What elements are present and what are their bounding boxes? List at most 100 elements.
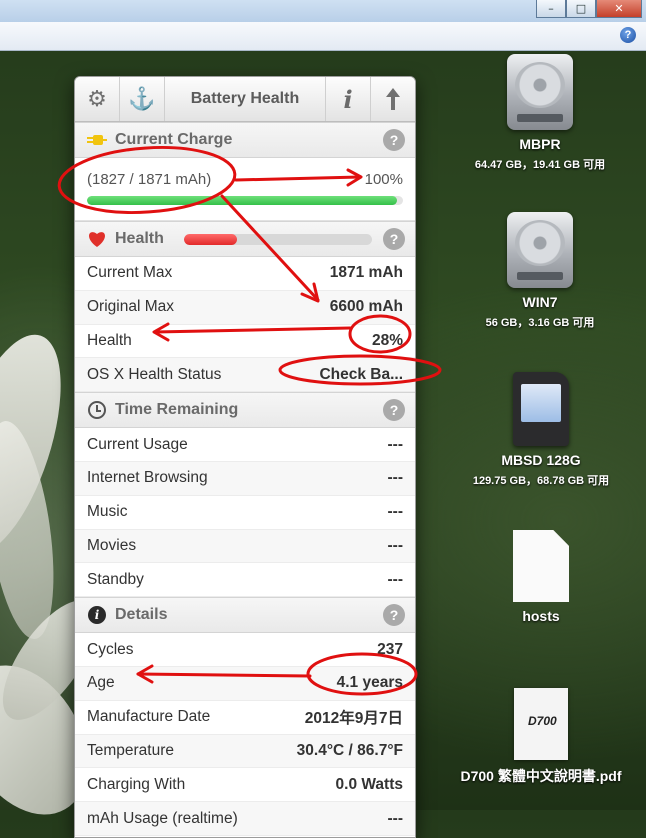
desktop-icon-hosts[interactable]: hosts xyxy=(441,530,641,624)
time-rows: Current Usage --- Internet Browsing --- Mu… xyxy=(75,428,415,598)
charge-progress-bar xyxy=(87,196,403,205)
time-row: Standby --- xyxy=(75,563,415,598)
desktop-icon-label: WIN7 xyxy=(522,294,558,310)
time-row: Music --- xyxy=(75,496,415,530)
anchor-icon[interactable]: ⚓ xyxy=(120,77,165,121)
hard-drive-icon xyxy=(507,212,573,288)
help-icon[interactable]: ? xyxy=(383,129,405,151)
sd-card-icon xyxy=(513,372,569,446)
charge-percent: 100% xyxy=(364,171,403,188)
section-details: i Details ? xyxy=(75,597,415,634)
row-label: Original Max xyxy=(87,298,174,316)
plug-icon xyxy=(87,133,107,147)
row-label: Standby xyxy=(87,570,144,588)
desktop-icon-capacity: 129.75 GB，68.78 GB 可用 xyxy=(472,475,610,487)
row-label: Cycles xyxy=(87,640,134,658)
desktop-icon-capacity: 56 GB，3.16 GB 可用 xyxy=(485,317,595,329)
row-value: 237 xyxy=(377,640,403,658)
help-icon[interactable]: ? xyxy=(620,27,636,43)
health-progress-bar xyxy=(183,233,372,245)
health-row-current-max: Current Max 1871 mAh xyxy=(75,257,415,291)
panel-toolbar: ⚙ ⚓ Battery Health i xyxy=(75,77,415,122)
help-icon[interactable]: ? xyxy=(383,604,405,627)
section-title: Health xyxy=(115,230,164,247)
info-icon[interactable]: i xyxy=(326,77,371,121)
row-value: --- xyxy=(387,536,404,554)
heart-icon xyxy=(87,230,107,248)
help-icon[interactable]: ? xyxy=(383,228,405,250)
hard-drive-icon xyxy=(507,54,573,130)
row-value: 0.0 Watts xyxy=(335,775,403,793)
charge-progress-fill xyxy=(87,196,397,205)
row-value[interactable]: Check Ba... xyxy=(319,366,403,384)
window-title-bar: – □ ✕ xyxy=(0,0,646,23)
desktop-icon-mbsd[interactable]: MBSD 128G 129.75 GB，68.78 GB 可用 xyxy=(441,372,641,488)
details-row: Temperature 30.4°C / 86.7°F xyxy=(75,734,415,769)
health-row-health: Health 28% xyxy=(75,325,415,359)
row-label: Health xyxy=(87,331,132,349)
details-row: Age 4.1 years xyxy=(75,666,415,701)
minimize-button[interactable]: – xyxy=(536,0,566,18)
pdf-thumb-text: D700 xyxy=(528,714,557,728)
row-value: 30.4°C / 86.7°F xyxy=(296,741,403,759)
pdf-icon: D700 xyxy=(514,688,568,760)
row-value: 2012年9月7日 xyxy=(304,710,403,728)
help-icon[interactable]: ? xyxy=(383,399,405,422)
section-title: Current Charge xyxy=(115,131,233,148)
row-value: --- xyxy=(387,503,404,521)
row-label: mAh Usage (realtime) xyxy=(87,809,238,827)
desktop-icon-capacity: 64.47 GB，19.41 GB 可用 xyxy=(474,159,606,171)
time-row: Current Usage --- xyxy=(75,428,415,462)
row-value: 6600 mAh xyxy=(329,298,403,316)
section-title: Details xyxy=(115,606,168,624)
clock-icon xyxy=(87,401,107,420)
row-label: Movies xyxy=(87,536,137,554)
row-value: --- xyxy=(387,435,404,453)
health-progress-fill xyxy=(183,233,237,245)
battery-health-panel: ⚙ ⚓ Battery Health i Current Charge ? (1… xyxy=(74,76,416,838)
row-value: 28% xyxy=(371,331,403,349)
document-icon xyxy=(513,530,569,602)
charge-row: (1827 / 1871 mAh) 100% xyxy=(75,158,415,221)
row-value: --- xyxy=(387,469,404,487)
desktop-icon-label: MBSD 128G xyxy=(501,452,581,468)
window-controls: – □ ✕ xyxy=(536,0,642,18)
desktop-icon-label: MBPR xyxy=(519,136,561,152)
details-row: Manufacture Date 2012年9月7日 xyxy=(75,701,415,735)
section-time-remaining: Time Remaining ? xyxy=(75,392,415,429)
row-value: 4.1 years xyxy=(336,674,403,692)
row-value: --- xyxy=(387,570,404,588)
window-menu-bar: ? xyxy=(0,22,646,51)
row-value: --- xyxy=(387,809,404,827)
time-row: Movies --- xyxy=(75,529,415,564)
restore-button[interactable]: □ xyxy=(566,0,596,18)
section-current-charge: Current Charge ? xyxy=(75,122,415,158)
details-rows: Cycles 237 Age 4.1 years Manufacture Date 2… xyxy=(75,633,415,836)
health-row-original-max: Original Max 6600 mAh xyxy=(75,290,415,325)
row-label: Charging With xyxy=(87,775,186,793)
health-rows: Current Max 1871 mAh Original Max 6600 mAh… xyxy=(75,257,415,393)
row-label: Internet Browsing xyxy=(87,469,208,487)
row-label: Current Usage xyxy=(87,435,188,453)
details-row: Charging With 0.0 Watts xyxy=(75,768,415,803)
desktop-icon-win7[interactable]: WIN7 56 GB，3.16 GB 可用 xyxy=(440,212,640,330)
desktop-icon-pdf[interactable]: D700 D700 繁體中文說明書.pdf xyxy=(441,688,641,786)
desktop-icon-mbpr[interactable]: MBPR 64.47 GB，19.41 GB 可用 xyxy=(440,54,640,172)
row-label: Age xyxy=(87,674,115,692)
details-row: mAh Usage (realtime) --- xyxy=(75,802,415,836)
panel-title: Battery Health xyxy=(165,77,326,121)
row-label: Current Max xyxy=(87,264,173,282)
row-label: Music xyxy=(87,503,128,521)
close-button[interactable]: ✕ xyxy=(596,0,642,18)
row-value: 1871 mAh xyxy=(329,264,403,282)
health-row-osx-status: OS X Health Status Check Ba... xyxy=(75,358,415,393)
time-row: Internet Browsing --- xyxy=(75,461,415,496)
upload-icon[interactable] xyxy=(371,77,415,121)
row-label: Manufacture Date xyxy=(87,708,211,726)
desktop-icon-label: D700 繁體中文說明書.pdf xyxy=(460,768,622,784)
section-health: Health ? xyxy=(75,221,415,257)
row-label: OS X Health Status xyxy=(87,365,222,383)
details-row: Cycles 237 xyxy=(75,633,415,667)
desktop-icon-label: hosts xyxy=(522,608,560,624)
gear-icon[interactable]: ⚙ xyxy=(75,77,120,121)
